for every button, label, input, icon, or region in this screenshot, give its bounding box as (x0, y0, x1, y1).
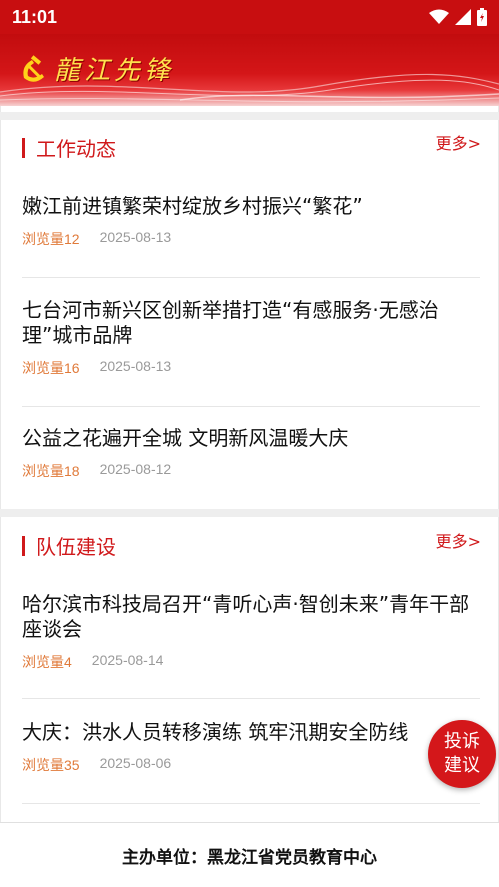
news-item[interactable]: 嫩江前进镇繁荣村绽放乡村振兴“繁花” 浏览量12 2025-08-13 (22, 194, 480, 249)
fab-label-line2: 建议 (444, 755, 480, 776)
footer-organizer-text: 主办单位：黑龙江省党员教育中心 (122, 847, 377, 868)
publish-date: 2025-08-12 (99, 461, 172, 477)
section-title: 工作动态 (36, 137, 116, 161)
news-title: 公益之花遍开全城 文明新风温暖大庆 (22, 426, 349, 450)
view-count: 浏览量35 (22, 757, 80, 773)
header-banner: 龍江先锋 (0, 34, 499, 106)
news-item[interactable]: 哈尔滨市科技局召开“青听心声·智创未来”青年干部座谈会 浏览量4 2025-08… (22, 592, 480, 672)
news-item[interactable]: 公益之花遍开全城 文明新风温暖大庆 浏览量18 2025-08-12 (22, 426, 480, 481)
view-count: 浏览量16 (22, 360, 80, 376)
news-meta: 浏览量12 2025-08-13 (22, 229, 480, 249)
news-title: 哈尔滨市科技局召开“青听心声·智创未来”青年干部座谈会 (22, 592, 470, 641)
news-item[interactable]: 大庆：洪水人员转移演练 筑牢汛期安全防线 浏览量35 2025-08-06 (22, 720, 498, 775)
news-title: 嫩江前进镇繁荣村绽放乡村振兴“繁花” (22, 194, 363, 218)
more-link[interactable]: 更多> (436, 130, 481, 154)
news-title: 七台河市新兴区创新举措打造“有感服务·无感治理”城市品牌 (22, 298, 439, 347)
battery-icon (477, 8, 487, 26)
publish-date: 2025-08-06 (99, 755, 172, 771)
feedback-fab-button[interactable]: 投诉 建议 (428, 720, 496, 788)
view-count: 浏览量12 (22, 231, 80, 247)
section-gap (0, 112, 499, 120)
signal-icon (455, 9, 471, 25)
news-meta: 浏览量16 2025-08-13 (22, 358, 480, 378)
news-meta: 浏览量35 2025-08-06 (22, 755, 498, 775)
section-marker (22, 138, 25, 158)
view-count: 浏览量18 (22, 463, 80, 479)
view-count: 浏览量4 (22, 654, 72, 670)
app-logo-text: 龍江先锋 (54, 56, 175, 86)
divider (22, 803, 480, 804)
news-item[interactable]: 七台河市新兴区创新举措打造“有感服务·无感治理”城市品牌 浏览量16 2025-… (22, 298, 480, 378)
section-gap (0, 509, 499, 517)
status-bar: 11:01 (0, 0, 499, 34)
section-header-work-news: 工作动态 更多> (0, 130, 499, 170)
news-title: 大庆：洪水人员转移演练 筑牢汛期安全防线 (22, 720, 409, 744)
left-edge (0, 106, 1, 822)
status-icons (429, 8, 487, 26)
divider (22, 406, 480, 407)
section-header-team-building: 队伍建设 更多> (0, 528, 499, 568)
divider (22, 277, 480, 278)
section-title: 队伍建设 (36, 535, 116, 559)
hammer-sickle-icon (23, 55, 44, 82)
more-link[interactable]: 更多> (436, 528, 481, 552)
section-marker (22, 536, 25, 556)
wifi-icon (429, 9, 449, 24)
footer: 主办单位：黑龙江省党员教育中心 (0, 822, 499, 887)
fab-label-line1: 投诉 (444, 731, 480, 752)
publish-date: 2025-08-13 (99, 229, 172, 245)
divider (22, 698, 480, 699)
publish-date: 2025-08-14 (91, 652, 164, 668)
publish-date: 2025-08-13 (99, 358, 172, 374)
news-meta: 浏览量18 2025-08-12 (22, 461, 480, 481)
status-time: 11:01 (12, 6, 58, 27)
news-meta: 浏览量4 2025-08-14 (22, 652, 480, 672)
